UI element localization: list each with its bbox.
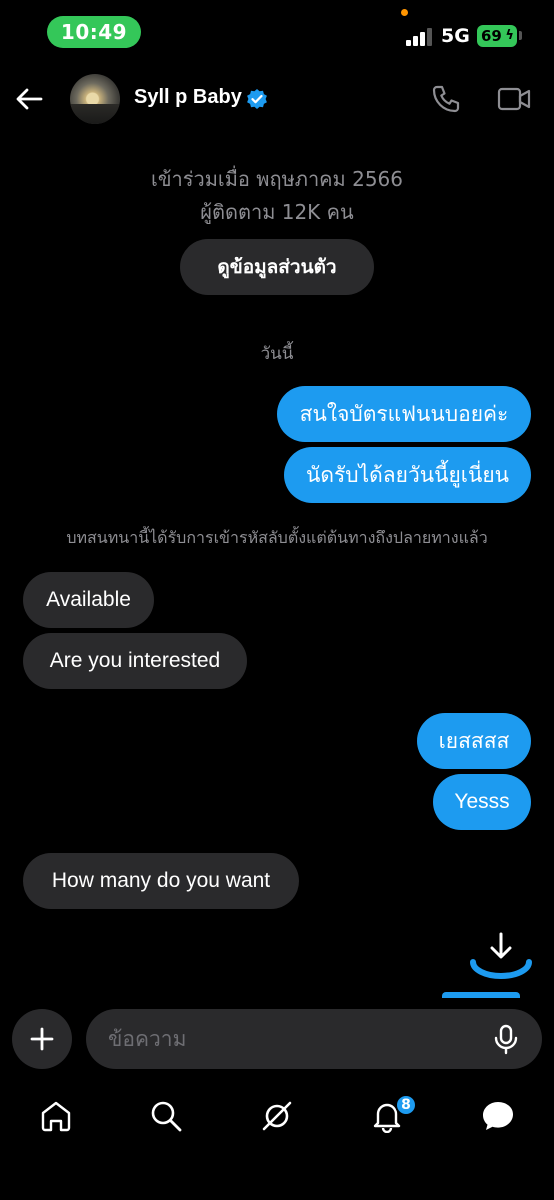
follower-count: ผู้ติดตาม 12K คน [200, 200, 354, 224]
home-icon [41, 1101, 71, 1132]
message-input[interactable] [108, 1009, 478, 1069]
battery-indicator: 69 ϟ [477, 25, 517, 47]
signal-strength-icon [406, 28, 432, 46]
battery-level: 69 [481, 27, 502, 45]
scroll-down-icon[interactable] [470, 924, 532, 986]
nav-grok[interactable] [257, 1096, 297, 1136]
view-profile-button[interactable]: ดูข้อมูลส่วนตัว [180, 239, 374, 295]
add-attachment-button[interactable] [12, 1009, 72, 1069]
nav-home[interactable] [36, 1096, 76, 1136]
verified-badge-icon [247, 89, 267, 109]
notification-badge: 8 [395, 1094, 417, 1116]
conversation-header: Syll p Baby [0, 64, 554, 134]
message-outgoing[interactable]: นัดรับได้ลยวันนี้ยูเนี่ยน [284, 447, 531, 503]
search-icon [151, 1101, 182, 1132]
nav-search[interactable] [146, 1096, 186, 1136]
avatar[interactable] [70, 74, 120, 124]
status-bar: 10:49 5G 69 ϟ [0, 0, 554, 64]
message-incoming[interactable]: How many do you want [23, 853, 299, 909]
grok-icon [262, 1101, 292, 1131]
microphone-icon[interactable] [490, 1023, 522, 1055]
date-separator: วันนี้ [260, 344, 294, 364]
status-time: 10:49 [47, 16, 141, 48]
back-button[interactable] [12, 82, 46, 116]
contact-name[interactable]: Syll p Baby [134, 86, 242, 109]
joined-date: เข้าร่วมเมื่อ พฤษภาคม 2566 [151, 167, 403, 191]
nav-messages[interactable] [478, 1096, 518, 1136]
battery-tip [519, 31, 522, 40]
message-outgoing[interactable]: สนใจบัตรแฟนนบอยค่ะ [277, 386, 531, 442]
phone-call-icon[interactable] [431, 84, 461, 114]
message-incoming[interactable]: Available [23, 572, 154, 628]
network-type: 5G [441, 25, 470, 47]
back-arrow-icon [16, 88, 43, 110]
bottom-navigation [0, 1080, 554, 1200]
messages-icon [483, 1102, 513, 1130]
charging-bolt-icon: ϟ [505, 28, 514, 43]
privacy-indicator-dot [401, 9, 408, 16]
message-outgoing[interactable]: Yesss [433, 774, 531, 830]
message-incoming[interactable]: Are you interested [23, 633, 247, 689]
message-composer [86, 1009, 542, 1069]
plus-icon [30, 1027, 54, 1051]
video-call-icon[interactable] [497, 86, 531, 112]
message-outgoing[interactable]: เยสสสส [417, 713, 531, 769]
encryption-notice: บทสนทนานี้ได้รับการเข้ารหัสลับตั้งแต่ต้น… [66, 528, 488, 547]
scroll-indicator [442, 992, 520, 998]
